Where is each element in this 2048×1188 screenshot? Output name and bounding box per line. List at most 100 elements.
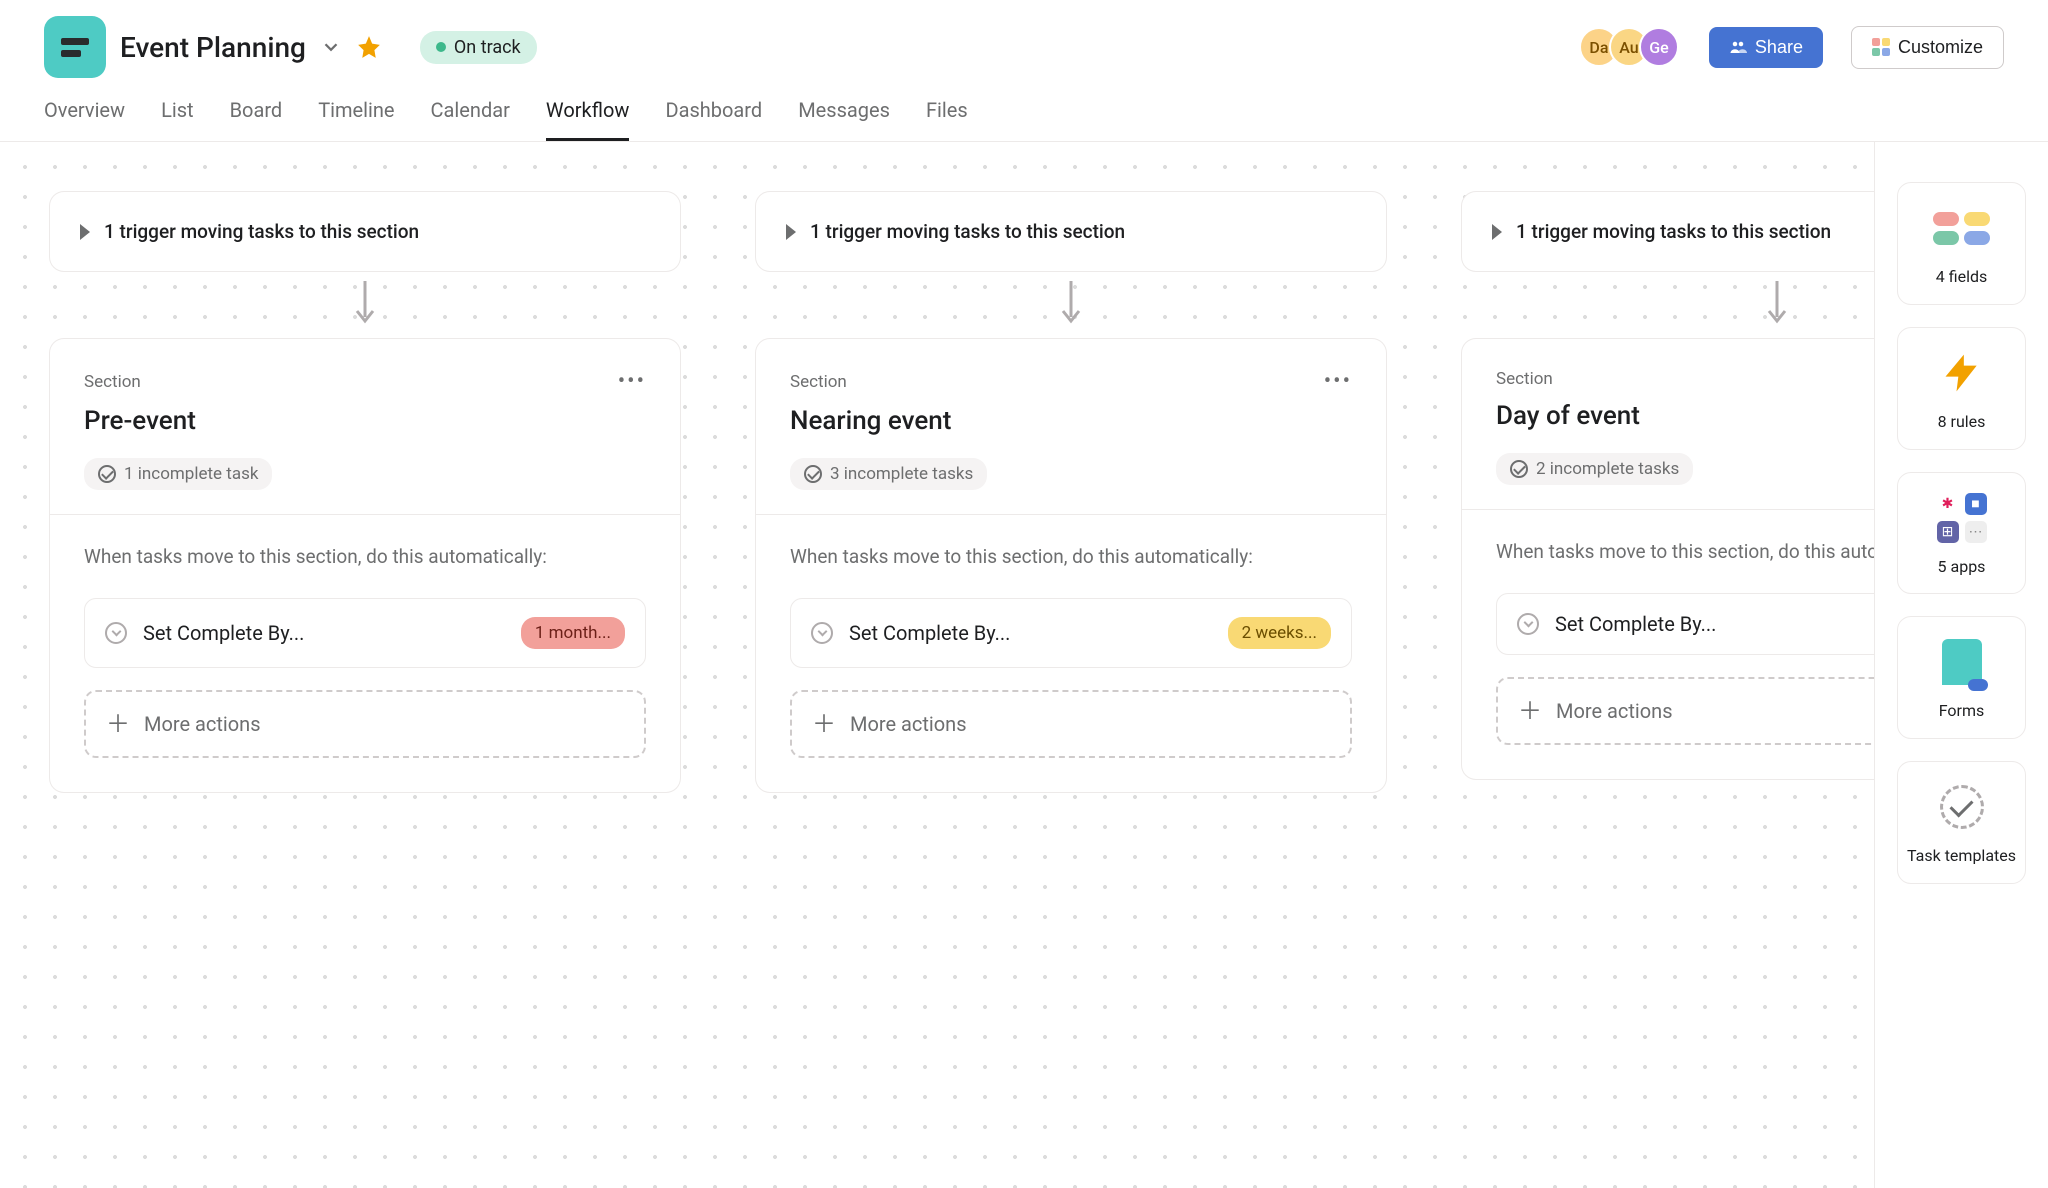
section-label: Section	[1496, 369, 1553, 389]
sidebar-apps[interactable]: ✱ ■ ⊞ ⋯ 5 apps	[1897, 472, 2026, 595]
forms-icon	[1942, 639, 1982, 685]
rule-circle-icon	[105, 622, 127, 644]
tab-calendar[interactable]: Calendar	[431, 98, 510, 141]
workflow-column: 1 trigger moving tasks to this section S…	[1462, 192, 1874, 1138]
rule-label: Set Complete By...	[1555, 612, 1874, 636]
tab-overview[interactable]: Overview	[44, 98, 125, 141]
section-card: Section ••• Nearing event 3 incomplete t…	[756, 339, 1386, 792]
tab-dashboard[interactable]: Dashboard	[665, 98, 762, 141]
header: Event Planning On track Da Au Ge Share C…	[0, 0, 2048, 78]
sidebar-fields[interactable]: 4 fields	[1897, 182, 2026, 305]
section-card: Section ••• Pre-event 1 incomplete task …	[50, 339, 680, 792]
sidebar-forms[interactable]: Forms	[1897, 616, 2026, 739]
status-dot-icon	[436, 42, 446, 52]
more-icon[interactable]: •••	[618, 369, 646, 394]
sidebar-label: Forms	[1939, 701, 1985, 722]
rule-row[interactable]: Set Complete By... 1 month...	[84, 598, 646, 668]
triangle-right-icon	[1492, 224, 1502, 240]
more-actions-button[interactable]: ＋ More actions	[1496, 677, 1874, 745]
arrow-down-icon	[353, 281, 377, 329]
rule-label: Set Complete By...	[849, 621, 1212, 645]
check-circle-icon	[98, 465, 116, 483]
automation-heading: When tasks move to this section, do this…	[1496, 538, 1874, 567]
sidebar-task-templates[interactable]: Task templates	[1897, 761, 2026, 884]
tab-messages[interactable]: Messages	[798, 98, 890, 141]
check-circle-icon	[804, 465, 822, 483]
automation-heading: When tasks move to this section, do this…	[84, 543, 646, 572]
section-label: Section	[790, 372, 847, 392]
rule-label: Set Complete By...	[143, 621, 505, 645]
plus-icon: ＋	[1518, 699, 1542, 723]
arrow-down-icon	[1765, 281, 1789, 329]
share-label: Share	[1755, 37, 1803, 58]
section-title: Day of event	[1496, 401, 1874, 431]
customize-label: Customize	[1898, 37, 1983, 58]
section-title: Pre-event	[84, 406, 646, 436]
tab-files[interactable]: Files	[926, 98, 968, 141]
more-actions-button[interactable]: ＋ More actions	[84, 690, 646, 758]
rule-row[interactable]: Set Complete By... 2 weeks...	[790, 598, 1352, 668]
apps-icon: ✱ ■ ⊞ ⋯	[1937, 493, 1987, 543]
customize-icon	[1872, 38, 1890, 56]
automation-heading: When tasks move to this section, do this…	[790, 543, 1352, 572]
avatar: Ge	[1639, 27, 1679, 67]
sidebar-label: 8 rules	[1938, 412, 1986, 433]
section-card: Section Day of event 2 incomplete tasks …	[1462, 339, 1874, 779]
more-actions-button[interactable]: ＋ More actions	[790, 690, 1352, 758]
customize-button[interactable]: Customize	[1851, 26, 2004, 69]
more-actions-label: More actions	[1556, 699, 1673, 723]
trigger-text: 1 trigger moving tasks to this section	[810, 220, 1125, 243]
status-pill[interactable]: On track	[420, 31, 537, 64]
rule-circle-icon	[811, 622, 833, 644]
tabs: Overview List Board Timeline Calendar Wo…	[0, 78, 2048, 142]
incomplete-count: 2 incomplete tasks	[1536, 459, 1679, 479]
section-title: Nearing event	[790, 406, 1352, 436]
workflow-canvas[interactable]: 1 trigger moving tasks to this section S…	[0, 142, 1874, 1188]
sidebar-rules[interactable]: 8 rules	[1897, 327, 2026, 450]
triangle-right-icon	[786, 224, 796, 240]
section-label: Section	[84, 372, 141, 392]
rule-value-pill: 1 month...	[521, 617, 625, 649]
project-icon	[44, 16, 106, 78]
plus-icon: ＋	[812, 712, 836, 736]
rule-value-pill: 2 weeks...	[1228, 617, 1331, 649]
avatar-stack[interactable]: Da Au Ge	[1579, 27, 1679, 67]
more-actions-label: More actions	[144, 712, 261, 736]
rule-circle-icon	[1517, 613, 1539, 635]
incomplete-pill[interactable]: 3 incomplete tasks	[790, 458, 987, 490]
incomplete-count: 3 incomplete tasks	[830, 464, 973, 484]
workflow-column: 1 trigger moving tasks to this section S…	[756, 192, 1386, 1138]
trigger-box[interactable]: 1 trigger moving tasks to this section	[50, 192, 680, 271]
more-actions-label: More actions	[850, 712, 967, 736]
arrow-down-icon	[1059, 281, 1083, 329]
incomplete-count: 1 incomplete task	[124, 464, 258, 484]
sidebar-label: 4 fields	[1936, 267, 1987, 288]
chevron-down-icon[interactable]	[320, 36, 342, 58]
status-text: On track	[454, 37, 521, 58]
star-icon[interactable]	[356, 34, 382, 60]
fields-icon	[1933, 212, 1990, 245]
project-title: Event Planning	[120, 31, 306, 64]
workflow-column: 1 trigger moving tasks to this section S…	[50, 192, 680, 1138]
tab-timeline[interactable]: Timeline	[318, 98, 394, 141]
trigger-box[interactable]: 1 trigger moving tasks to this section	[1462, 192, 1874, 271]
incomplete-pill[interactable]: 1 incomplete task	[84, 458, 272, 490]
people-icon	[1729, 38, 1747, 56]
share-button[interactable]: Share	[1709, 27, 1823, 68]
rule-row[interactable]: Set Complete By...	[1496, 593, 1874, 655]
incomplete-pill[interactable]: 2 incomplete tasks	[1496, 453, 1693, 485]
check-circle-icon	[1510, 460, 1528, 478]
trigger-text: 1 trigger moving tasks to this section	[104, 220, 419, 243]
trigger-box[interactable]: 1 trigger moving tasks to this section	[756, 192, 1386, 271]
triangle-right-icon	[80, 224, 90, 240]
tab-board[interactable]: Board	[230, 98, 283, 141]
more-icon[interactable]: •••	[1324, 369, 1352, 394]
bolt-icon	[1940, 344, 1984, 402]
tab-workflow[interactable]: Workflow	[546, 98, 630, 141]
tab-list[interactable]: List	[161, 98, 194, 141]
sidebar-label: 5 apps	[1938, 557, 1986, 578]
task-template-icon	[1940, 785, 1984, 829]
plus-icon: ＋	[106, 712, 130, 736]
trigger-text: 1 trigger moving tasks to this section	[1516, 220, 1831, 243]
right-sidebar: 4 fields 8 rules ✱ ■ ⊞ ⋯ 5 apps	[1874, 142, 2048, 1188]
